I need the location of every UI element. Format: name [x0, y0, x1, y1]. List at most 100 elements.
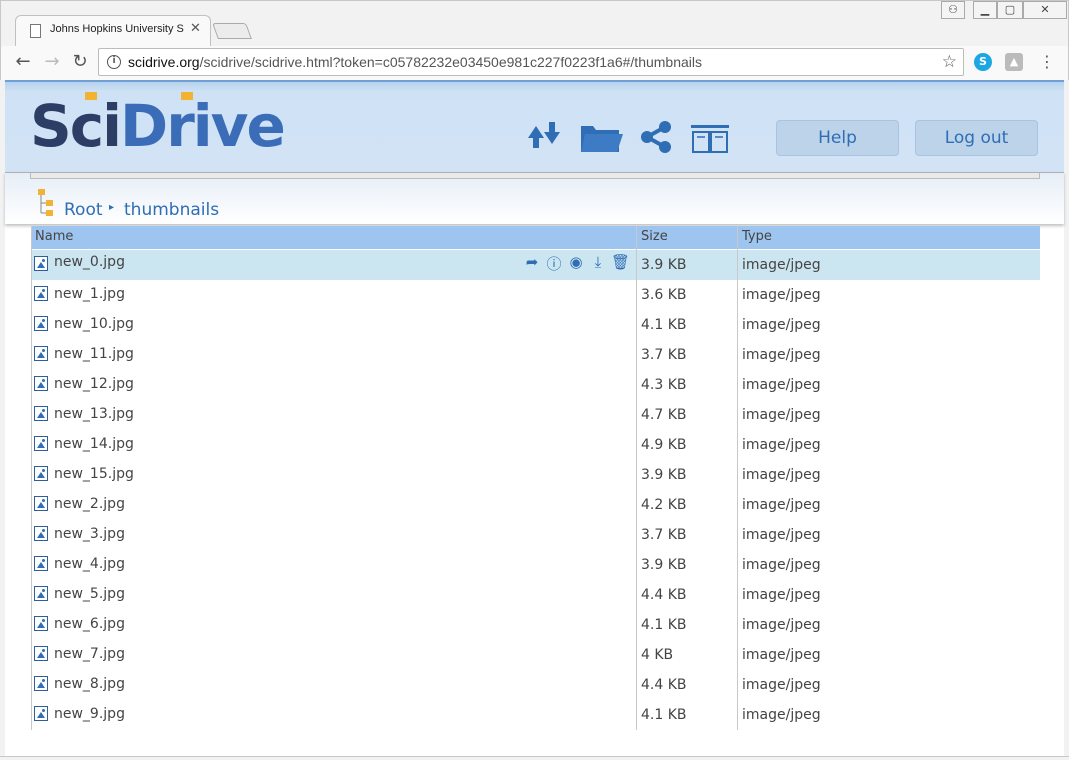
file-name[interactable]: new_14.jpg [54, 436, 134, 452]
file-name[interactable]: new_2.jpg [54, 496, 125, 512]
table-row[interactable]: new_4.jpg 3.9 KB image/jpeg [31, 550, 1040, 580]
file-size: 3.7 KB [641, 527, 687, 543]
sync-icon[interactable] [524, 118, 564, 156]
file-name[interactable]: new_12.jpg [54, 376, 134, 392]
file-name[interactable]: new_11.jpg [54, 346, 134, 362]
maximize-icon[interactable]: ▢ [997, 1, 1023, 19]
share-icon[interactable] [639, 120, 673, 158]
file-type: image/jpeg [742, 467, 821, 483]
browser-titlebar: Johns Hopkins University Sc ✕ ⚇ ▁ ▢ ✕ [0, 0, 1069, 47]
new-tab-button[interactable] [212, 23, 252, 39]
table-row[interactable]: new_5.jpg 4.4 KB image/jpeg [31, 580, 1040, 610]
logo-sci: Sci [30, 92, 122, 160]
breadcrumb-root[interactable]: Root [64, 200, 103, 220]
star-icon[interactable]: ☆ [942, 52, 957, 72]
table-row[interactable]: new_14.jpg 4.9 KB image/jpeg [31, 430, 1040, 460]
back-arrow-icon[interactable]: ← [12, 52, 34, 72]
file-type: image/jpeg [742, 407, 821, 423]
file-type: image/jpeg [742, 257, 821, 273]
image-file-icon [34, 256, 48, 271]
file-name[interactable]: new_10.jpg [54, 316, 134, 332]
file-type: image/jpeg [742, 347, 821, 363]
minimize-icon[interactable]: ▁ [973, 1, 997, 19]
logout-button[interactable]: Log out [915, 120, 1038, 156]
image-file-icon [34, 466, 48, 481]
image-file-icon [34, 496, 48, 511]
close-window-icon[interactable]: ✕ [1023, 1, 1067, 19]
table-row[interactable]: new_6.jpg 4.1 KB image/jpeg [31, 610, 1040, 640]
help-button[interactable]: Help [776, 120, 899, 156]
preview-eye-icon[interactable]: ◉ [567, 253, 585, 271]
table-row[interactable]: new_12.jpg 4.3 KB image/jpeg [31, 370, 1040, 400]
file-name[interactable]: new_0.jpg [54, 254, 125, 270]
column-divider [636, 226, 637, 730]
browser-tab[interactable]: Johns Hopkins University Sc ✕ [15, 15, 211, 47]
column-header-size[interactable]: Size [641, 229, 668, 244]
reload-icon[interactable]: ↻ [69, 52, 91, 72]
trash-icon[interactable]: 🗑 [611, 253, 630, 271]
file-name[interactable]: new_6.jpg [54, 616, 125, 632]
close-tab-icon[interactable]: ✕ [190, 21, 201, 36]
file-name[interactable]: new_15.jpg [54, 466, 134, 482]
file-size: 4.1 KB [641, 707, 687, 723]
file-size: 4.4 KB [641, 587, 687, 603]
kebab-menu-icon[interactable]: ⋮ [1036, 52, 1058, 72]
file-name[interactable]: new_5.jpg [54, 586, 125, 602]
address-bar[interactable]: i scidrive.org/scidrive/scidrive.html?to… [98, 48, 964, 76]
image-file-icon [34, 706, 48, 721]
url-text[interactable]: scidrive.org/scidrive/scidrive.html?toke… [128, 54, 702, 70]
file-size: 3.9 KB [641, 557, 687, 573]
file-type: image/jpeg [742, 287, 821, 303]
file-size: 4.7 KB [641, 407, 687, 423]
table-row[interactable]: new_13.jpg 4.7 KB image/jpeg [31, 400, 1040, 430]
forward-arrow-icon[interactable]: → [41, 52, 63, 72]
file-type: image/jpeg [742, 587, 821, 603]
file-size: 3.7 KB [641, 347, 687, 363]
file-type: image/jpeg [742, 317, 821, 333]
skype-icon[interactable]: S [974, 53, 992, 71]
image-file-icon [34, 376, 48, 391]
table-row[interactable]: new_9.jpg 4.1 KB image/jpeg [31, 700, 1040, 730]
breadcrumb-current[interactable]: thumbnails [124, 200, 219, 220]
table-row[interactable]: new_11.jpg 3.7 KB image/jpeg [31, 340, 1040, 370]
file-type: image/jpeg [742, 557, 821, 573]
column-header-name[interactable]: Name [35, 229, 73, 244]
column-header-type[interactable]: Type [742, 229, 772, 244]
table-row[interactable]: new_10.jpg 4.1 KB image/jpeg [31, 310, 1040, 340]
table-row[interactable]: new_0.jpg ➦ ⓘ ◉ ⤓ 🗑 3.9 KB image/jpeg [31, 250, 1040, 280]
divider [30, 173, 1040, 179]
file-type: image/jpeg [742, 437, 821, 453]
info-icon[interactable]: i [107, 55, 121, 69]
file-name[interactable]: new_1.jpg [54, 286, 125, 302]
table-row[interactable]: new_1.jpg 3.6 KB image/jpeg [31, 280, 1040, 310]
folder-icon[interactable] [579, 122, 623, 158]
file-name[interactable]: new_3.jpg [54, 526, 125, 542]
profile-icon[interactable]: ⚇ [941, 1, 965, 19]
file-name[interactable]: new_8.jpg [54, 676, 125, 692]
file-name[interactable]: new_9.jpg [54, 706, 125, 722]
table-row[interactable]: new_8.jpg 4.4 KB image/jpeg [31, 670, 1040, 700]
file-type: image/jpeg [742, 497, 821, 513]
file-size: 3.6 KB [641, 287, 687, 303]
breadcrumb: Root ▸ thumbnails [5, 172, 1064, 224]
table-row[interactable]: new_2.jpg 4.2 KB image/jpeg [31, 490, 1040, 520]
tab-title: Johns Hopkins University Sc [50, 23, 184, 35]
file-name[interactable]: new_4.jpg [54, 556, 125, 572]
file-type: image/jpeg [742, 617, 821, 633]
share-icon[interactable]: ➦ [523, 253, 541, 271]
drive-icon[interactable]: ▲ [1005, 53, 1023, 71]
column-divider [737, 226, 738, 730]
file-type: image/jpeg [742, 677, 821, 693]
book-icon[interactable] [690, 124, 730, 158]
download-icon[interactable]: ⤓ [589, 253, 607, 271]
table-row[interactable]: new_7.jpg 4 KB image/jpeg [31, 640, 1040, 670]
file-name[interactable]: new_7.jpg [54, 646, 125, 662]
browser-toolbar: ← → ↻ i scidrive.org/scidrive/scidrive.h… [0, 46, 1069, 80]
page-icon [30, 24, 41, 38]
file-name[interactable]: new_13.jpg [54, 406, 134, 422]
file-type: image/jpeg [742, 527, 821, 543]
file-size: 4.3 KB [641, 377, 687, 393]
table-row[interactable]: new_15.jpg 3.9 KB image/jpeg [31, 460, 1040, 490]
info-icon[interactable]: ⓘ [545, 253, 563, 274]
table-row[interactable]: new_3.jpg 3.7 KB image/jpeg [31, 520, 1040, 550]
